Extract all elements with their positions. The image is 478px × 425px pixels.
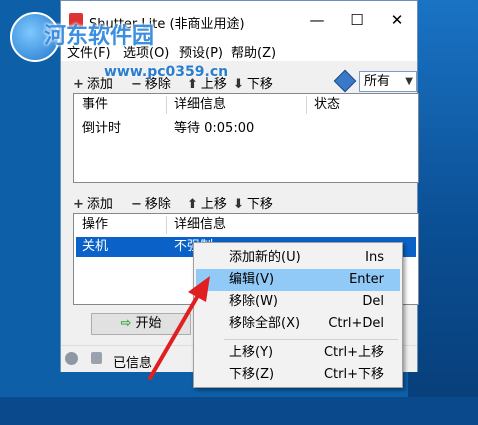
ctx-shortcut: Enter [349,272,384,287]
ctx-remove[interactable]: 移除(W) Del [196,291,400,313]
filter-icon[interactable] [333,69,357,93]
ctx-shortcut: Ins [365,250,384,265]
ctx-shortcut: Ctrl+上移 [323,345,384,360]
actions-add-button[interactable]: + 添加 [73,193,113,212]
taskbar-area [0,397,478,425]
ctx-label: 编辑(V) [229,272,275,287]
status-text: 已信息 [113,356,153,371]
chevron-down-icon: ▼ [405,76,413,87]
menu-help[interactable]: 帮助(Z) [231,42,276,61]
maximize-button[interactable]: ☐ [337,7,377,33]
start-button[interactable]: ⇨ 开始 [91,313,191,335]
ctx-shortcut: Ctrl+Del [328,316,384,331]
action-name-cell[interactable]: 关机 [82,237,108,257]
minus-icon: − [131,197,142,212]
actions-add-label: 添加 [86,197,113,212]
ctx-label: 移除全部(X) [229,316,301,331]
ctx-edit[interactable]: 编辑(V) Enter [196,269,400,291]
context-menu: 添加新的(U) Ins 编辑(V) Enter 移除(W) Del 移除全部(X) Ct… [193,242,403,388]
events-col-detail[interactable]: 详细信息 [166,94,306,116]
events-down-button[interactable]: ⬇ 下移 [233,73,273,92]
ctx-label: 下移(Z) [229,367,275,382]
filter-dropdown[interactable]: 所有 ▼ [359,71,417,92]
actions-down-button[interactable]: ⬇ 下移 [233,193,273,212]
actions-down-label: 下移 [246,197,273,212]
watermark: 河东软件园 www.pc0359.cn [4,2,228,92]
event-detail-cell[interactable]: 等待 0:05:00 [174,119,254,139]
menu-separator [224,339,398,340]
menu-presets[interactable]: 预设(P) [179,42,223,61]
plus-icon: + [73,197,84,212]
ctx-label: 上移(Y) [229,345,274,360]
events-list[interactable]: 事件 详细信息 状态 倒计时 等待 0:05:00 [73,93,419,183]
ctx-shortcut: Del [362,294,384,309]
events-col-event[interactable]: 事件 [74,94,166,116]
minimize-button[interactable]: — [297,7,337,33]
actions-remove-label: 移除 [144,197,171,212]
lock-icon [91,352,102,364]
ctx-label: 添加新的(U) [229,250,301,265]
watermark-url: www.pc0359.cn [104,64,229,80]
filter-selected: 所有 [364,74,391,89]
close-button[interactable]: ✕ [377,7,417,33]
ctx-shortcut: Ctrl+下移 [323,367,384,382]
arrow-right-icon: ⇨ [120,316,132,331]
ctx-label: 移除(W) [229,294,278,309]
actions-col-action[interactable]: 操作 [74,214,166,236]
ctx-add-new[interactable]: 添加新的(U) Ins [196,247,400,269]
actions-remove-button[interactable]: − 移除 [131,193,171,212]
ctx-move-up[interactable]: 上移(Y) Ctrl+上移 [196,342,400,364]
start-label: 开始 [135,316,162,331]
event-name-cell[interactable]: 倒计时 [82,119,121,139]
actions-up-label: 上移 [200,197,227,212]
watermark-brand: 河东软件园 [44,24,155,49]
events-col-status[interactable]: 状态 [306,94,406,116]
arrow-down-icon: ⬇ [233,77,244,92]
arrow-up-icon: ⬆ [187,197,198,212]
arrow-down-icon: ⬇ [233,197,244,212]
actions-col-detail[interactable]: 详细信息 [166,214,406,236]
ctx-move-down[interactable]: 下移(Z) Ctrl+下移 [196,364,400,386]
ctx-remove-all[interactable]: 移除全部(X) Ctrl+Del [196,313,400,335]
actions-up-button[interactable]: ⬆ 上移 [187,193,227,212]
globe-icon [65,352,78,365]
events-down-label: 下移 [246,77,273,92]
